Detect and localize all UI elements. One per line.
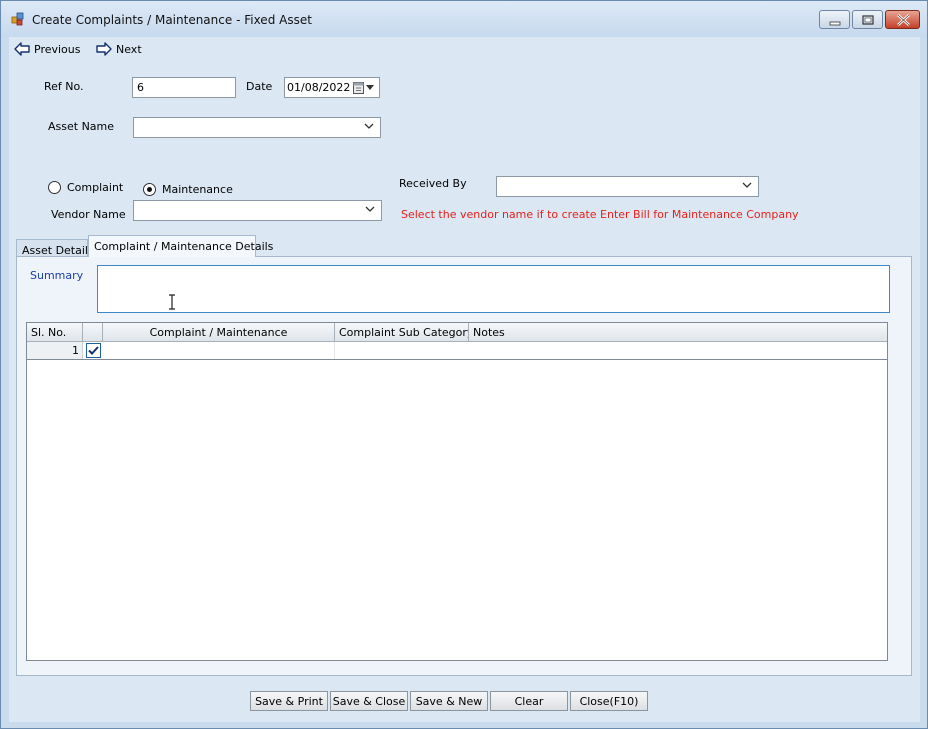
chevron-down-icon: [365, 206, 375, 212]
window-title: Create Complaints / Maintenance - Fixed …: [32, 13, 312, 27]
app-icon: [11, 12, 24, 26]
column-header-sl-no[interactable]: Sl. No.: [27, 323, 83, 342]
complaint-grid[interactable]: Sl. No. Complaint / Maintenance Complain…: [26, 322, 888, 661]
tab-asset-details[interactable]: Asset Details: [16, 239, 94, 257]
app-window: Create Complaints / Maintenance - Fixed …: [0, 0, 928, 729]
received-by-dropdown[interactable]: [496, 176, 759, 197]
radio-complaint[interactable]: Complaint: [48, 181, 123, 194]
minimize-button[interactable]: [819, 10, 850, 29]
summary-input[interactable]: [97, 265, 890, 313]
form-body: Previous Next Ref No. 6 Date 01/08/2022 …: [9, 37, 920, 722]
chevron-down-icon: [364, 123, 374, 129]
previous-button[interactable]: Previous: [14, 40, 81, 58]
previous-label: Previous: [34, 42, 81, 56]
clear-button[interactable]: Clear: [490, 691, 568, 711]
tab-panel-complaint-maintenance: Summary Sl. No. Complaint / Maintenance …: [16, 256, 912, 676]
minimize-icon: [829, 21, 841, 26]
close-icon: [897, 14, 910, 26]
ibeam-cursor-icon: [169, 294, 175, 310]
save-close-button[interactable]: Save & Close: [330, 691, 408, 711]
close-window-button[interactable]: [885, 10, 920, 29]
title-bar: Create Complaints / Maintenance - Fixed …: [1, 1, 927, 37]
checkmark-icon: [88, 346, 99, 355]
ref-no-input[interactable]: 6: [132, 77, 236, 98]
column-header-check[interactable]: [83, 323, 103, 342]
radio-maintenance[interactable]: Maintenance: [143, 183, 233, 196]
grid-header: Sl. No. Complaint / Maintenance Complain…: [27, 323, 887, 342]
radio-complaint-label: Complaint: [67, 181, 124, 194]
next-label: Next: [116, 42, 142, 56]
calendar-icon[interactable]: [353, 81, 364, 94]
radio-maintenance-circle[interactable]: [143, 183, 156, 196]
chevron-down-icon[interactable]: [366, 85, 374, 90]
radio-complaint-circle[interactable]: [48, 181, 61, 194]
date-label: Date: [246, 80, 273, 93]
ref-no-label: Ref No.: [44, 80, 84, 93]
close-button[interactable]: Close(F10): [570, 691, 648, 711]
asset-name-label: Asset Name: [48, 120, 115, 133]
column-header-notes[interactable]: Notes: [469, 323, 887, 342]
cell-sub-category[interactable]: [335, 342, 469, 359]
chevron-down-icon: [742, 182, 752, 188]
row-checkbox[interactable]: [86, 343, 101, 358]
tab-complaint-maintenance-details[interactable]: Complaint / Maintenance Details: [88, 235, 273, 257]
column-header-sub-category[interactable]: Complaint Sub Category: [335, 323, 469, 342]
column-header-complaint[interactable]: Complaint / Maintenance: [103, 323, 335, 342]
cell-complaint[interactable]: [103, 342, 335, 359]
maximize-icon: [862, 15, 874, 25]
vendor-name-label: Vendor Name: [51, 208, 126, 221]
maximize-button[interactable]: [852, 10, 883, 29]
cell-notes[interactable]: [469, 342, 887, 359]
date-picker[interactable]: 01/08/2022: [284, 77, 380, 98]
vendor-hint-text: Select the vendor name if to create Ente…: [401, 208, 799, 221]
cell-sl-no: 1: [27, 342, 83, 359]
summary-label: Summary: [30, 269, 84, 282]
arrow-left-icon: [14, 42, 30, 56]
vendor-name-dropdown[interactable]: [133, 200, 382, 221]
next-button[interactable]: Next: [96, 40, 142, 58]
received-by-label: Received By: [399, 177, 467, 190]
asset-name-dropdown[interactable]: [133, 117, 381, 138]
save-new-button[interactable]: Save & New: [410, 691, 488, 711]
save-print-button[interactable]: Save & Print: [250, 691, 328, 711]
radio-maintenance-label: Maintenance: [162, 183, 233, 196]
arrow-right-icon: [96, 42, 112, 56]
date-value: 01/08/2022: [287, 81, 351, 94]
table-row[interactable]: 1: [27, 342, 887, 360]
